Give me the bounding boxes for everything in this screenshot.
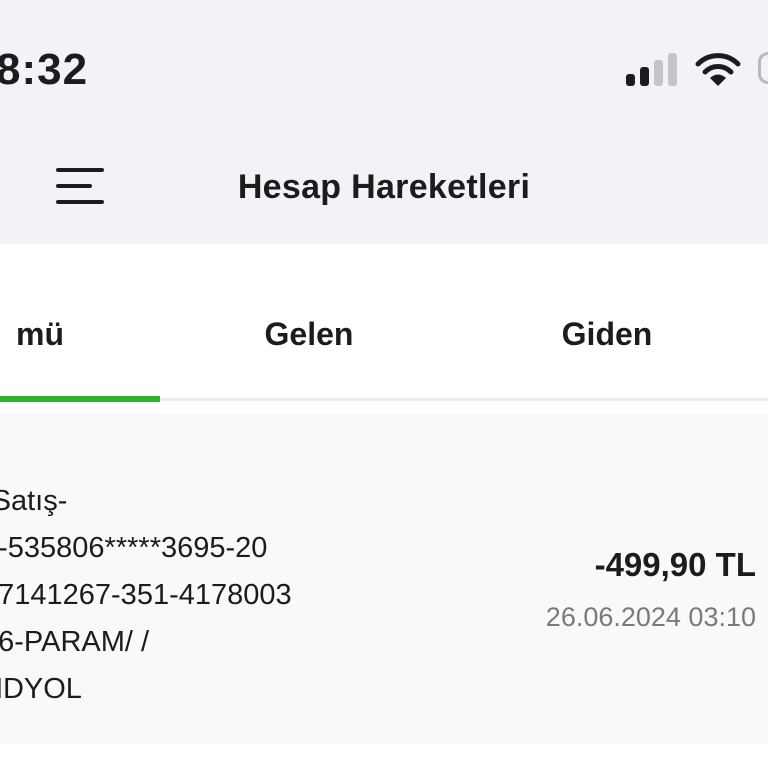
transaction-description-line: 37141267-351-4178003 xyxy=(0,579,292,611)
transaction-description-line: -Satış- xyxy=(0,485,68,517)
battery-icon xyxy=(758,52,768,84)
status-time: 8:32 xyxy=(0,45,89,94)
tabs-divider xyxy=(160,398,768,401)
tab-incoming[interactable]: Gelen xyxy=(160,244,458,400)
transaction-list: -Satış- 1-535806*****3695-20 37141267-35… xyxy=(0,404,768,768)
transaction-description-line: NDYOL xyxy=(0,673,82,705)
tab-bar: mü Gelen Giden xyxy=(0,244,768,404)
tab-outgoing[interactable]: Giden xyxy=(458,244,756,400)
tab-all[interactable]: mü xyxy=(0,244,160,400)
transaction-date: 26.06.2024 03:10 xyxy=(545,602,756,632)
nav-bar: Hesap Hareketleri xyxy=(0,130,768,244)
transaction-item[interactable]: -Satış- 1-535806*****3695-20 37141267-35… xyxy=(0,414,768,744)
cellular-signal-icon xyxy=(626,52,680,86)
status-bar: 8:32 xyxy=(0,0,768,130)
page-title: Hesap Hareketleri xyxy=(237,168,531,206)
wifi-icon xyxy=(695,53,741,86)
active-tab-indicator xyxy=(0,396,160,402)
transaction-description-line: 1-535806*****3695-20 xyxy=(0,532,268,564)
transaction-description-line: 46-PARAM/ / xyxy=(0,626,150,658)
transaction-description: -Satış- 1-535806*****3695-20 37141267-35… xyxy=(0,478,382,713)
hamburger-menu-icon[interactable] xyxy=(56,166,108,206)
transaction-amount: -499,90 TL xyxy=(594,546,756,583)
